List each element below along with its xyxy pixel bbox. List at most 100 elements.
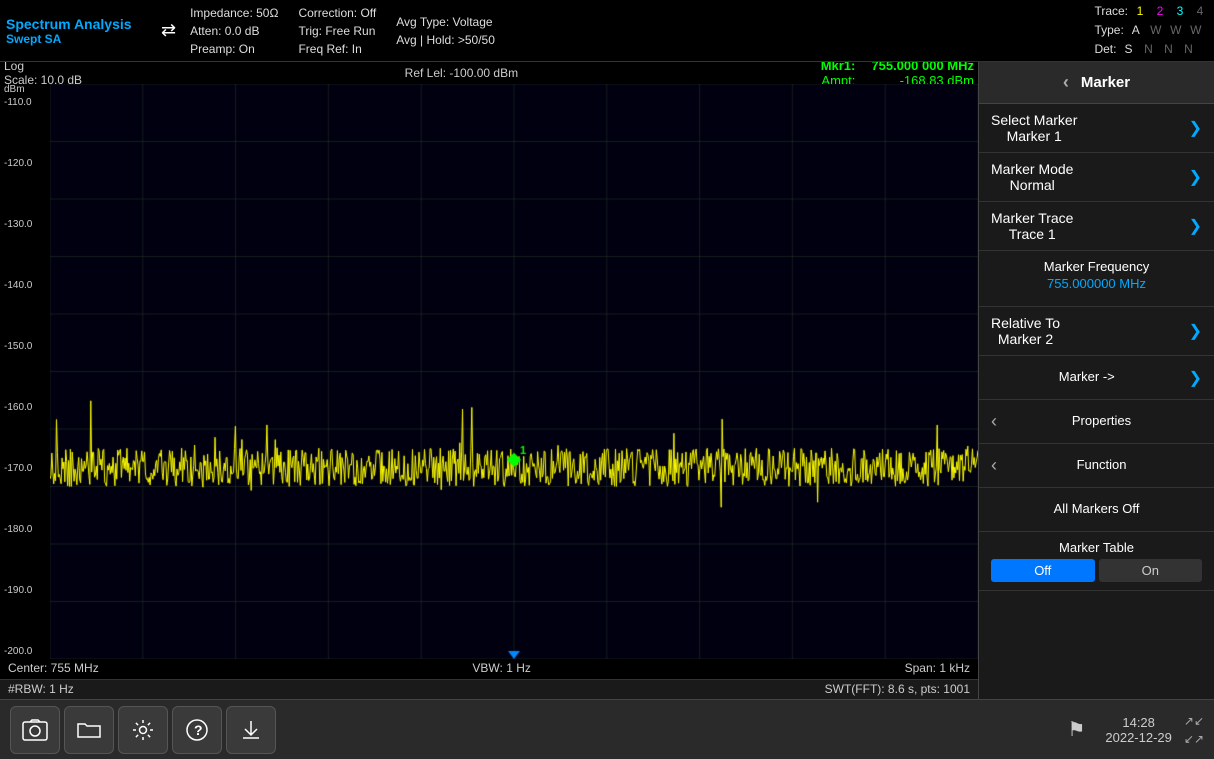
all-markers-off-label: All Markers Off	[991, 501, 1202, 518]
trace-header-row: Trace: 1 2 3 4	[1094, 2, 1208, 21]
header-params-1: Impedance: 50Ω Atten: 0.0 dB Preamp: On	[190, 4, 278, 58]
help-button[interactable]: ?	[172, 706, 222, 754]
panel-back-icon[interactable]: ‹	[1063, 72, 1069, 93]
marker-mode-label: Marker Mode Normal	[991, 161, 1073, 193]
type-label: Type:	[1094, 21, 1123, 40]
spectrum-canvas	[50, 84, 978, 659]
main-area: Log Scale: 10.0 dB Ref Lel: -100.00 dBm …	[0, 62, 1214, 699]
marker-table-on-btn[interactable]: On	[1099, 559, 1203, 582]
rbw-label: #RBW: 1 Hz	[8, 682, 74, 697]
y-130: -130.0	[4, 219, 46, 230]
trig-label: Trig: Free Run	[298, 22, 376, 40]
toolbar-icons-right: ↗↙ ↙↗	[1184, 714, 1204, 746]
app-title: Spectrum Analysis Swept SA	[6, 16, 151, 46]
avgtype-label: Avg Type: Voltage	[396, 13, 1074, 31]
chart-area: dBm -110.0 -120.0 -130.0 -140.0 -150.0 -…	[0, 84, 978, 659]
status-bar: #RBW: 1 Hz SWT(FFT): 8.6 s, pts: 1001	[0, 679, 978, 699]
marker-mode-chevron: ❯	[1189, 167, 1202, 187]
y-120: -120.0	[4, 158, 46, 169]
right-panel: ‹ Marker Select Marker Marker 1 ❯ Marker…	[978, 62, 1214, 699]
impedance-label: Impedance: 50Ω	[190, 4, 278, 22]
bottom-toolbar: ? ⚑ 14:28 2022-12-29 ↗↙ ↙↗	[0, 699, 1214, 759]
clock-date: 2022-12-29	[1105, 730, 1172, 745]
det-3: N	[1160, 40, 1176, 59]
y-110: -110.0	[4, 97, 46, 108]
properties-back-icon: ‹	[991, 411, 997, 432]
svg-text:?: ?	[194, 722, 203, 738]
marker-trace-chevron: ❯	[1189, 216, 1202, 236]
y-140: -140.0	[4, 280, 46, 291]
function-back-icon: ‹	[991, 455, 997, 476]
y-180: -180.0	[4, 524, 46, 535]
relative-to-item[interactable]: Relative To Marker 2 ❯	[979, 307, 1214, 356]
freqref-label: Freq Ref: In	[298, 40, 376, 58]
type-row: Type: A W W W	[1094, 21, 1208, 40]
marker-mode-item[interactable]: Marker Mode Normal ❯	[979, 153, 1214, 202]
marker-trace-item[interactable]: Marker Trace Trace 1 ❯	[979, 202, 1214, 251]
trace-box: Trace: 1 2 3 4 Type: A W W W Det: S N N …	[1094, 2, 1208, 60]
function-label: Function	[1001, 457, 1202, 474]
y-150: -150.0	[4, 341, 46, 352]
avghold-label: Avg | Hold: >50/50	[396, 31, 1074, 49]
y-axis: dBm -110.0 -120.0 -130.0 -140.0 -150.0 -…	[0, 84, 50, 659]
marker-freq-value: 755.000000 MHz	[991, 276, 1202, 291]
function-item[interactable]: ‹ Function	[979, 444, 1214, 488]
y-160: -160.0	[4, 402, 46, 413]
type-4: W	[1188, 21, 1204, 40]
trace-2-num: 2	[1152, 2, 1168, 21]
header-params-2: Correction: Off Trig: Free Run Freq Ref:…	[298, 4, 376, 58]
header: Spectrum Analysis Swept SA ⇄ Impedance: …	[0, 0, 1214, 62]
panel-title: Marker	[1081, 74, 1130, 91]
settings-button[interactable]	[118, 706, 168, 754]
marker-freq-section[interactable]: Marker Frequency 755.000000 MHz	[979, 251, 1214, 307]
clock-time: 14:28	[1122, 715, 1155, 730]
det-2: N	[1140, 40, 1156, 59]
marker-arrow-item[interactable]: Marker -> ❯	[979, 356, 1214, 400]
plot-area	[50, 84, 978, 659]
dbm-unit: dBm	[4, 84, 46, 95]
center-freq-label: Center: 755 MHz	[8, 661, 99, 677]
vbw-label: VBW: 1 Hz	[99, 661, 905, 677]
y-axis-labels: -110.0 -120.0 -130.0 -140.0 -150.0 -160.…	[4, 97, 46, 659]
properties-item[interactable]: ‹ Properties	[979, 400, 1214, 444]
det-row: Det: S N N N	[1094, 40, 1208, 59]
chart-container: Log Scale: 10.0 dB Ref Lel: -100.00 dBm …	[0, 62, 978, 699]
atten-label: Atten: 0.0 dB	[190, 22, 278, 40]
marker-trace-label: Marker Trace Trace 1	[991, 210, 1073, 242]
swt-label: SWT(FFT): 8.6 s, pts: 1001	[825, 682, 970, 697]
mkr1-freq-val: 755.000 000 MHz	[871, 62, 974, 73]
select-marker-item[interactable]: Select Marker Marker 1 ❯	[979, 104, 1214, 153]
y-170: -170.0	[4, 463, 46, 474]
chart-bottom-bar: Center: 755 MHz VBW: 1 Hz Span: 1 kHz	[0, 659, 978, 679]
type-3: W	[1168, 21, 1184, 40]
span-label: Span: 1 kHz	[905, 661, 970, 677]
marker-table-off-btn[interactable]: Off	[991, 559, 1095, 582]
trace-3-num: 3	[1172, 2, 1188, 21]
ref-level-label: Ref Lel: -100.00 dBm	[102, 66, 821, 80]
select-marker-chevron: ❯	[1189, 118, 1202, 138]
type-1: A	[1128, 21, 1144, 40]
correction-label: Correction: Off	[298, 4, 376, 22]
y-200: -200.0	[4, 646, 46, 657]
trace-4-num: 4	[1192, 2, 1208, 21]
trace-1-num: 1	[1132, 2, 1148, 21]
marker-icon: ⚑	[1067, 717, 1085, 742]
det-4: N	[1180, 40, 1196, 59]
preamp-label: Preamp: On	[190, 40, 278, 58]
all-markers-off-item[interactable]: All Markers Off	[979, 488, 1214, 532]
sweep-icon: ⇄	[161, 20, 176, 41]
trace-label: Trace:	[1094, 2, 1128, 21]
download-button[interactable]	[226, 706, 276, 754]
header-params-3: Avg Type: Voltage Avg | Hold: >50/50	[396, 13, 1074, 49]
mkr1-label: Mkr1:	[821, 62, 856, 73]
panel-header: ‹ Marker	[979, 62, 1214, 104]
marker-arrow-chevron: ❯	[1189, 368, 1202, 388]
subtitle-text: Swept SA	[6, 32, 151, 46]
screenshot-button[interactable]	[10, 706, 60, 754]
folder-button[interactable]	[64, 706, 114, 754]
relative-to-label: Relative To Marker 2	[991, 315, 1060, 347]
properties-label: Properties	[1001, 413, 1202, 430]
marker-arrow-label: Marker ->	[991, 369, 1183, 386]
type-2: W	[1148, 21, 1164, 40]
marker-table-label: Marker Table	[991, 540, 1202, 555]
